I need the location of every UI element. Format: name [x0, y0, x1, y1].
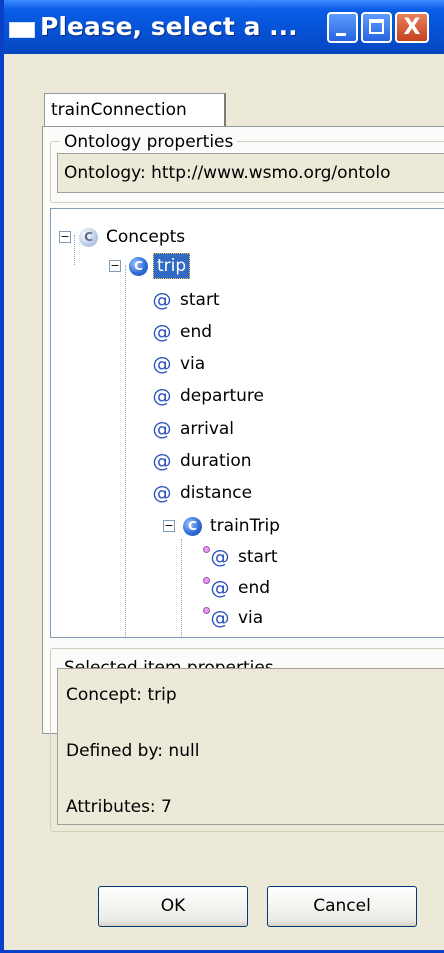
tree-node-attribute[interactable]: @ departure — [151, 381, 267, 411]
attribute-label: via — [180, 354, 206, 374]
attribute-label: start — [238, 547, 278, 567]
attribute-icon: @ — [210, 546, 230, 568]
ontology-field: Ontology: http://www.wsmo.org/ontolo — [57, 153, 444, 193]
tree-node-attribute[interactable]: @ distance — [151, 478, 255, 508]
concept-icon: C — [183, 516, 202, 536]
attributes-count-value: Attributes: 7 — [66, 797, 172, 817]
window-icon — [9, 22, 35, 38]
concept-icon: C — [129, 256, 148, 276]
maximize-icon — [369, 19, 384, 34]
maximize-button[interactable] — [361, 12, 392, 43]
window-title: Please, select a ... — [40, 12, 298, 41]
concept-value: Concept: trip — [66, 685, 177, 705]
tree-node-traintrip[interactable]: − C trainTrip — [163, 511, 283, 541]
tab-trainconnection[interactable]: trainConnection — [44, 93, 226, 127]
title-bar[interactable]: Please, select a ... X — [4, 0, 444, 54]
attribute-icon: @ — [152, 289, 172, 311]
attribute-label: end — [238, 578, 271, 598]
concept-tree[interactable]: − C Concepts − C trip @ start @ end @ vi… — [50, 208, 444, 638]
attribute-label: duration — [180, 451, 252, 471]
attribute-icon: @ — [152, 321, 172, 343]
close-icon: X — [403, 15, 421, 40]
tree-node-attribute[interactable]: @ end — [151, 317, 215, 347]
collapse-icon[interactable]: − — [59, 231, 71, 243]
tree-node-label: Concepts — [106, 227, 186, 247]
cancel-button[interactable]: Cancel — [267, 886, 417, 927]
tree-node-trip[interactable]: − C trip — [109, 251, 191, 281]
attribute-label: end — [180, 322, 213, 342]
minimize-icon — [336, 33, 346, 36]
tree-node-concepts[interactable]: − C Concepts — [59, 222, 188, 252]
selected-item-properties-panel: Concept: trip Defined by: null Attribute… — [57, 668, 444, 825]
tree-node-inherited-attribute[interactable]: @ via — [209, 603, 266, 633]
close-button[interactable]: X — [395, 12, 429, 43]
attribute-label: start — [180, 290, 220, 310]
collapse-icon[interactable]: − — [163, 520, 175, 532]
attribute-label: distance — [180, 483, 253, 503]
tree-node-inherited-attribute[interactable]: @ start — [209, 542, 281, 572]
defined-by-value: Defined by: null — [66, 741, 200, 761]
tree-node-attribute[interactable]: @ start — [151, 285, 223, 315]
attribute-icon: @ — [152, 418, 172, 440]
attribute-label: arrival — [180, 419, 235, 439]
attribute-icon: @ — [152, 385, 172, 407]
minimize-button[interactable] — [327, 12, 358, 43]
tree-node-attribute[interactable]: @ via — [151, 349, 208, 379]
attribute-icon: @ — [152, 450, 172, 472]
dialog-window: Please, select a ... X trainConnection O… — [0, 0, 444, 953]
ontology-properties-label: Ontology properties — [60, 132, 238, 152]
tree-node-label-selected: trip — [153, 253, 191, 279]
attribute-icon: @ — [152, 353, 172, 375]
ok-button[interactable]: OK — [98, 886, 248, 927]
tree-node-attribute[interactable]: @ arrival — [151, 414, 237, 444]
tree-node-label: trainTrip — [210, 516, 280, 536]
attribute-label: departure — [180, 386, 264, 406]
tree-node-inherited-attribute[interactable]: @ end — [209, 573, 273, 603]
attribute-label: via — [238, 608, 264, 628]
attribute-icon: @ — [152, 482, 172, 504]
attribute-icon: @ — [210, 577, 230, 599]
tree-node-attribute[interactable]: @ duration — [151, 446, 255, 476]
attribute-icon: @ — [210, 607, 230, 629]
concept-root-icon: C — [79, 227, 98, 247]
collapse-icon[interactable]: − — [109, 260, 121, 272]
